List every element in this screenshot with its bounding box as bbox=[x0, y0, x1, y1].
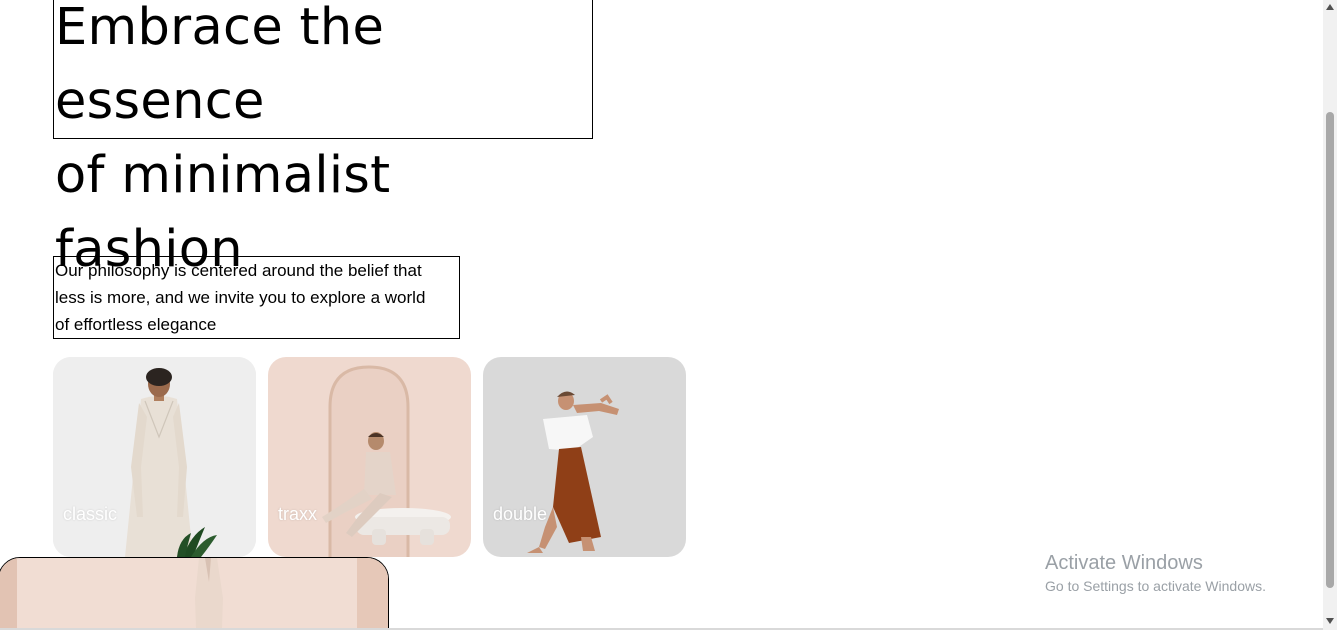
chevron-up-icon[interactable] bbox=[1323, 0, 1337, 14]
card-label-double: double bbox=[493, 504, 548, 524]
philosophy-text: Our philosophy is centered around the be… bbox=[53, 256, 460, 339]
philosophy-line-1: Our philosophy is centered around the be… bbox=[55, 261, 422, 280]
philosophy-line-2: less is more, and we invite you to explo… bbox=[55, 288, 426, 307]
card-label-classic: classic bbox=[63, 504, 118, 524]
featured-model-image bbox=[0, 558, 388, 630]
collection-card-traxx[interactable]: traxx bbox=[268, 357, 471, 557]
activate-windows-watermark: Activate Windows Go to Settings to activ… bbox=[1045, 551, 1266, 597]
watermark-title: Activate Windows bbox=[1045, 552, 1203, 574]
collection-card-classic[interactable]: classic bbox=[53, 357, 256, 557]
hero-title-line-1: Embrace the essence bbox=[55, 0, 385, 131]
classic-model-image bbox=[53, 357, 256, 557]
collection-card-double[interactable]: double bbox=[483, 357, 686, 557]
featured-image-card[interactable] bbox=[0, 557, 389, 630]
chevron-down-icon[interactable] bbox=[1323, 614, 1337, 628]
philosophy-line-3: of effortless elegance bbox=[55, 315, 217, 334]
hero-title: Embrace the essence of minimalist fashio… bbox=[53, 0, 593, 279]
vertical-scrollbar[interactable] bbox=[1323, 0, 1337, 630]
collection-cards: classic traxx double bbox=[53, 357, 686, 557]
watermark-subtitle: Go to Settings to activate Windows. bbox=[1045, 578, 1266, 594]
page: Embrace the essence of minimalist fashio… bbox=[0, 0, 1337, 630]
traxx-model-image bbox=[268, 357, 471, 557]
card-label-traxx: traxx bbox=[278, 504, 318, 524]
scrollbar-thumb[interactable] bbox=[1326, 112, 1334, 588]
double-model-image bbox=[483, 357, 686, 557]
